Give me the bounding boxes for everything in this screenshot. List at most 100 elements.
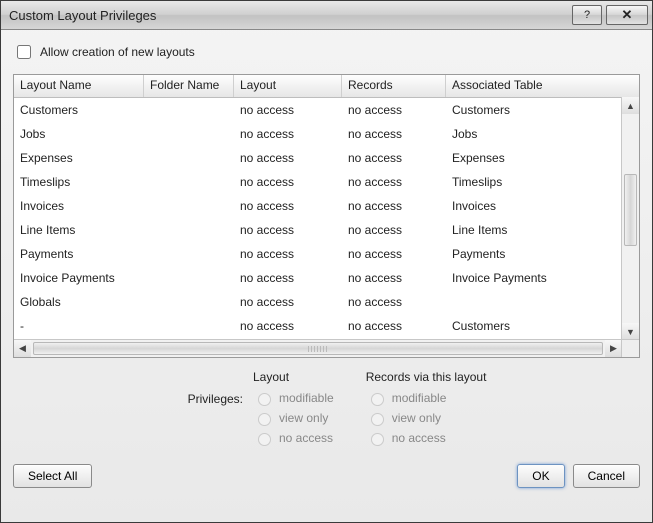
table-row[interactable]: Timeslipsno accessno accessTimeslips <box>14 170 639 194</box>
ok-button[interactable]: OK <box>517 464 564 488</box>
col-header-associated[interactable]: Associated Table <box>446 75 639 97</box>
vscroll-track[interactable] <box>622 114 639 323</box>
vscroll-thumb[interactable] <box>624 174 637 246</box>
privilege-layout-col: Layout modifiable view only no access <box>253 370 334 446</box>
scroll-down-icon[interactable]: ▼ <box>622 323 639 340</box>
privileges-label: Privileges: <box>13 370 243 406</box>
cell-associated: Payments <box>446 247 639 262</box>
cell-records: no access <box>342 295 446 310</box>
cell-folder_name <box>144 158 234 159</box>
hscroll-track[interactable] <box>31 340 605 357</box>
cancel-button[interactable]: Cancel <box>573 464 640 488</box>
cell-layout: no access <box>234 199 342 214</box>
records-noaccess-radio[interactable] <box>371 433 384 446</box>
records-modifiable-radio[interactable] <box>371 393 384 406</box>
privilege-layout-header: Layout <box>253 370 334 384</box>
cell-layout: no access <box>234 223 342 238</box>
allow-creation-checkbox[interactable] <box>17 45 31 59</box>
cell-layout_name: Timeslips <box>14 175 144 190</box>
cell-associated: Timeslips <box>446 175 639 190</box>
dialog-footer: Select All OK Cancel <box>13 454 640 488</box>
table-row[interactable]: Globalsno accessno access <box>14 290 639 314</box>
close-button[interactable]: ✕ <box>606 5 648 25</box>
cell-associated: Expenses <box>446 151 639 166</box>
table-row[interactable]: Invoicesno accessno accessInvoices <box>14 194 639 218</box>
cell-associated: Customers <box>446 319 639 333</box>
cell-records: no access <box>342 151 446 166</box>
table-row[interactable]: -no accessno accessCustomers <box>14 314 639 338</box>
cell-layout_name: Jobs <box>14 127 144 142</box>
col-header-records[interactable]: Records <box>342 75 446 97</box>
privileges-columns: Layout modifiable view only no access <box>253 370 486 446</box>
scroll-up-icon[interactable]: ▲ <box>622 97 639 114</box>
layout-noaccess-radio[interactable] <box>258 433 271 446</box>
cell-associated: Line Items <box>446 223 639 238</box>
cell-layout: no access <box>234 247 342 262</box>
cell-associated: Invoices <box>446 199 639 214</box>
table-row[interactable]: Invoice Paymentsno accessno accessInvoic… <box>14 266 639 290</box>
layout-modifiable-label: modifiable <box>279 391 334 405</box>
window-title: Custom Layout Privileges <box>9 8 568 23</box>
cell-records: no access <box>342 175 446 190</box>
layout-noaccess-row[interactable]: no access <box>253 430 334 446</box>
cell-records: no access <box>342 103 446 118</box>
help-button[interactable]: ? <box>572 5 602 25</box>
table-row[interactable]: Customersno accessno accessCustomers <box>14 98 639 122</box>
privileges-area: Privileges: Layout modifiable view only … <box>13 366 640 446</box>
layouts-table: Layout Name Folder Name Layout Records A… <box>13 74 640 358</box>
cell-layout_name: Customers <box>14 103 144 118</box>
cell-layout: no access <box>234 151 342 166</box>
select-all-button[interactable]: Select All <box>13 464 92 488</box>
title-bar: Custom Layout Privileges ? ✕ <box>1 1 652 30</box>
layout-viewonly-label: view only <box>279 411 328 425</box>
cell-layout_name: Globals <box>14 295 144 310</box>
cell-folder_name <box>144 110 234 111</box>
scroll-corner <box>621 339 639 357</box>
records-viewonly-row[interactable]: view only <box>366 410 487 426</box>
layout-modifiable-radio[interactable] <box>258 393 271 406</box>
layout-modifiable-row[interactable]: modifiable <box>253 390 334 406</box>
records-modifiable-label: modifiable <box>392 391 447 405</box>
records-viewonly-radio[interactable] <box>371 413 384 426</box>
scroll-right-icon[interactable]: ▶ <box>605 340 622 357</box>
records-modifiable-row[interactable]: modifiable <box>366 390 487 406</box>
table-body-viewport: Customersno accessno accessCustomersJobs… <box>14 98 639 357</box>
cell-associated <box>446 302 639 303</box>
cell-layout_name: Expenses <box>14 151 144 166</box>
privilege-records-col: Records via this layout modifiable view … <box>366 370 487 446</box>
table-row[interactable]: Jobsno accessno accessJobs <box>14 122 639 146</box>
cell-layout_name: Invoices <box>14 199 144 214</box>
cell-layout: no access <box>234 127 342 142</box>
col-header-layout[interactable]: Layout <box>234 75 342 97</box>
col-header-layout-name[interactable]: Layout Name <box>14 75 144 97</box>
cell-folder_name <box>144 182 234 183</box>
scroll-left-icon[interactable]: ◀ <box>14 340 31 357</box>
table-row[interactable]: Expensesno accessno accessExpenses <box>14 146 639 170</box>
dialog-body: Allow creation of new layouts Layout Nam… <box>1 30 652 522</box>
col-header-folder-name[interactable]: Folder Name <box>144 75 234 97</box>
cell-records: no access <box>342 199 446 214</box>
cell-records: no access <box>342 247 446 262</box>
table-header: Layout Name Folder Name Layout Records A… <box>14 75 639 98</box>
cell-layout_name: Payments <box>14 247 144 262</box>
vertical-scrollbar[interactable]: ▲ ▼ <box>621 97 639 340</box>
cell-associated: Jobs <box>446 127 639 142</box>
records-viewonly-label: view only <box>392 411 441 425</box>
allow-creation-row[interactable]: Allow creation of new layouts <box>13 40 640 66</box>
records-noaccess-label: no access <box>392 431 446 445</box>
cell-layout_name: - <box>14 319 144 333</box>
allow-creation-label: Allow creation of new layouts <box>40 45 195 59</box>
cell-folder_name <box>144 230 234 231</box>
table-row[interactable]: Paymentsno accessno accessPayments <box>14 242 639 266</box>
cell-layout: no access <box>234 175 342 190</box>
hscroll-thumb[interactable] <box>33 342 603 355</box>
table-body: Customersno accessno accessCustomersJobs… <box>14 98 639 338</box>
cell-layout_name: Invoice Payments <box>14 271 144 286</box>
layout-viewonly-radio[interactable] <box>258 413 271 426</box>
table-row[interactable]: Line Itemsno accessno accessLine Items <box>14 218 639 242</box>
layout-viewonly-row[interactable]: view only <box>253 410 334 426</box>
records-noaccess-row[interactable]: no access <box>366 430 487 446</box>
cell-layout_name: Line Items <box>14 223 144 238</box>
horizontal-scrollbar[interactable]: ◀ ▶ <box>14 339 622 357</box>
cell-layout: no access <box>234 271 342 286</box>
